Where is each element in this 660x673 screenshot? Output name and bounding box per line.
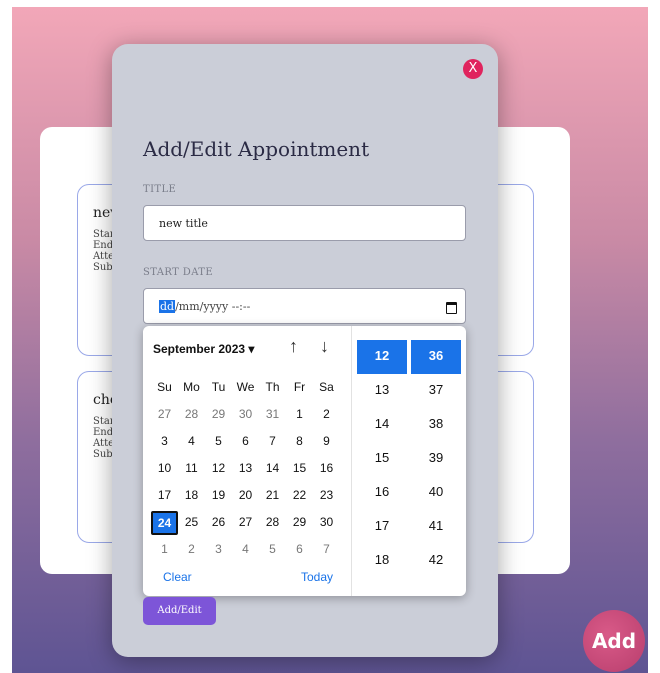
- weekday-label: Fr: [293, 380, 306, 394]
- minute-option[interactable]: 39: [411, 442, 461, 476]
- add-button[interactable]: Add: [583, 610, 645, 672]
- datetime-picker: September 2023 ▾ ↑ ↓ Su Mo Tu We Th Fr Sa 27 28 2…: [143, 326, 466, 596]
- start-date-value: dd/mm/yyyy --:--: [159, 300, 250, 313]
- start-date-input[interactable]: dd/mm/yyyy --:--: [143, 288, 466, 324]
- calendar-day[interactable]: 3: [205, 538, 232, 565]
- calendar-day[interactable]: 25: [178, 511, 205, 538]
- calendar-day[interactable]: 19: [205, 484, 232, 511]
- title-input-value: new title: [159, 217, 208, 230]
- calendar-day[interactable]: 9: [313, 430, 340, 457]
- day-segment[interactable]: dd: [159, 300, 176, 313]
- modal-title: Add/Edit Appointment: [143, 137, 370, 161]
- hour-option[interactable]: 17: [357, 510, 407, 544]
- calendar-day[interactable]: 2: [313, 403, 340, 430]
- hour-option[interactable]: 13: [357, 374, 407, 408]
- month-selector[interactable]: September 2023 ▾: [153, 342, 254, 356]
- calendar-day[interactable]: 21: [259, 484, 286, 511]
- calendar-day[interactable]: 22: [286, 484, 313, 511]
- calendar-day[interactable]: 3: [151, 430, 178, 457]
- hour-option[interactable]: 16: [357, 476, 407, 510]
- weekday-label: Th: [265, 380, 280, 394]
- arrow-down-icon[interactable]: ↓: [320, 336, 329, 357]
- calendar-day[interactable]: 4: [232, 538, 259, 565]
- hour-option[interactable]: 15: [357, 442, 407, 476]
- minute-option-selected[interactable]: 36: [411, 340, 461, 374]
- selected-day[interactable]: 24: [151, 511, 178, 535]
- calendar-day[interactable]: 29: [286, 511, 313, 538]
- calendar-day[interactable]: 30: [232, 403, 259, 430]
- hour-option[interactable]: 18: [357, 544, 407, 578]
- calendar-day[interactable]: 16: [313, 457, 340, 484]
- calendar-day[interactable]: 6: [232, 430, 259, 457]
- calendar-icon[interactable]: [446, 302, 457, 314]
- calendar-day[interactable]: 2: [178, 538, 205, 565]
- calendar-day[interactable]: 1: [286, 403, 313, 430]
- picker-divider: [351, 326, 352, 596]
- calendar-day[interactable]: 26: [205, 511, 232, 538]
- calendar-day[interactable]: 8: [286, 430, 313, 457]
- calendar-grid: Su Mo Tu We Th Fr Sa 27 28 29 30 31 1 2 3 4 5 6 7 8 9 10 11 12 1…: [151, 376, 340, 565]
- calendar-day[interactable]: 5: [259, 538, 286, 565]
- minute-option[interactable]: 38: [411, 408, 461, 442]
- calendar-day[interactable]: 28: [259, 511, 286, 538]
- calendar-day[interactable]: 7: [313, 538, 340, 565]
- calendar-day[interactable]: 17: [151, 484, 178, 511]
- calendar-day[interactable]: 5: [205, 430, 232, 457]
- hours-column: 12 13 14 15 16 17 18: [357, 340, 407, 578]
- minute-option[interactable]: 41: [411, 510, 461, 544]
- hour-option-selected[interactable]: 12: [357, 340, 407, 374]
- calendar-day[interactable]: 13: [232, 457, 259, 484]
- calendar-day[interactable]: 20: [232, 484, 259, 511]
- close-button[interactable]: X: [463, 59, 483, 79]
- clear-button[interactable]: Clear: [163, 570, 192, 584]
- arrow-up-icon[interactable]: ↑: [289, 336, 298, 357]
- weekday-label: Tu: [211, 380, 226, 394]
- title-label: TITLE: [143, 184, 177, 195]
- calendar-day[interactable]: 27: [232, 511, 259, 538]
- calendar-day[interactable]: 15: [286, 457, 313, 484]
- calendar-day[interactable]: 14: [259, 457, 286, 484]
- minutes-column: 36 37 38 39 40 41 42: [411, 340, 461, 578]
- add-edit-button[interactable]: Add/Edit: [143, 597, 216, 625]
- weekday-label: We: [236, 380, 255, 394]
- calendar-day[interactable]: 23: [313, 484, 340, 511]
- calendar-day[interactable]: 11: [178, 457, 205, 484]
- calendar-day[interactable]: 31: [259, 403, 286, 430]
- minute-option[interactable]: 37: [411, 374, 461, 408]
- weekday-label: Mo: [183, 380, 200, 394]
- calendar-day[interactable]: 30: [313, 511, 340, 538]
- calendar-day[interactable]: 28: [178, 403, 205, 430]
- weekday-label: Su: [157, 380, 172, 394]
- title-input[interactable]: new title: [143, 205, 466, 241]
- calendar-day[interactable]: 29: [205, 403, 232, 430]
- calendar-day[interactable]: 12: [205, 457, 232, 484]
- calendar-day[interactable]: 6: [286, 538, 313, 565]
- today-button[interactable]: Today: [301, 570, 333, 584]
- weekday-label: Sa: [319, 380, 334, 394]
- minute-option[interactable]: 42: [411, 544, 461, 578]
- calendar-day[interactable]: 4: [178, 430, 205, 457]
- calendar-day[interactable]: 18: [178, 484, 205, 511]
- calendar-day[interactable]: 10: [151, 457, 178, 484]
- calendar-day[interactable]: 27: [151, 403, 178, 430]
- minute-option[interactable]: 40: [411, 476, 461, 510]
- hour-option[interactable]: 14: [357, 408, 407, 442]
- date-rest: /mm/yyyy --:--: [175, 300, 251, 313]
- calendar-day[interactable]: 7: [259, 430, 286, 457]
- calendar-day[interactable]: 1: [151, 538, 178, 565]
- start-date-label: START DATE: [143, 267, 214, 278]
